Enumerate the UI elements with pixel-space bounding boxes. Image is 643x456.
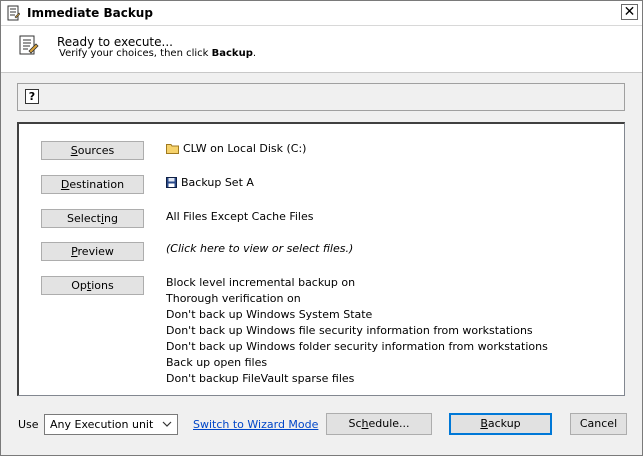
- switch-to-wizard-mode-link[interactable]: Switch to Wizard Mode: [193, 418, 318, 431]
- use-label: Use: [18, 418, 39, 431]
- options-list: Block level incremental backup on Thorou…: [166, 275, 548, 387]
- selecting-value: All Files Except Cache Files: [166, 210, 314, 223]
- close-button[interactable]: ✕: [621, 4, 638, 20]
- preview-files-link[interactable]: (Click here to view or select files.): [166, 242, 353, 255]
- cancel-button[interactable]: Cancel: [570, 413, 627, 435]
- backup-settings-panel: Sources CLW on Local Disk (C:) Destinati…: [17, 122, 625, 396]
- sources-button[interactable]: Sources: [41, 141, 144, 160]
- option-item: Don't backup FileVault sparse files: [166, 372, 355, 385]
- option-item: Block level incremental backup on: [166, 276, 356, 289]
- help-icon[interactable]: ?: [25, 89, 39, 104]
- options-button[interactable]: Options: [41, 276, 144, 295]
- option-item: Don't back up Windows file security info…: [166, 324, 533, 337]
- option-item: Don't back up Windows folder security in…: [166, 340, 548, 353]
- option-item: Thorough verification on: [166, 292, 301, 305]
- sources-value: CLW on Local Disk (C:): [166, 142, 306, 155]
- selecting-button[interactable]: Selecting: [41, 209, 144, 228]
- destination-value: Backup Set A: [166, 176, 254, 189]
- execution-unit-select[interactable]: Any Execution unit: [44, 414, 178, 435]
- destination-button[interactable]: Destination: [41, 175, 144, 194]
- close-icon: ✕: [623, 4, 636, 20]
- header: Ready to execute... Verify your choices,…: [1, 26, 642, 72]
- preview-button[interactable]: Preview: [41, 242, 144, 261]
- status-subtitle: Verify your choices, then click Backup.: [59, 48, 257, 59]
- immediate-backup-window: Immediate Backup ✕ Ready to execute... V…: [0, 0, 643, 456]
- option-item: Back up open files: [166, 356, 268, 369]
- script-icon: [7, 5, 20, 21]
- title-bar: Immediate Backup ✕: [1, 1, 642, 26]
- chevron-down-icon: [162, 421, 172, 427]
- status-title: Ready to execute...: [57, 35, 173, 49]
- option-item: Don't back up Windows System State: [166, 308, 373, 321]
- floppy-disk-icon: [166, 177, 177, 188]
- backup-button[interactable]: Backup: [449, 413, 552, 435]
- schedule-button[interactable]: Schedule...: [326, 413, 432, 435]
- script-icon: [19, 35, 39, 55]
- header-divider: [1, 72, 642, 73]
- window-title: Immediate Backup: [27, 6, 153, 20]
- folder-icon: [166, 144, 179, 154]
- execution-unit-value: Any Execution unit: [50, 418, 154, 431]
- help-bar: ?: [17, 83, 625, 111]
